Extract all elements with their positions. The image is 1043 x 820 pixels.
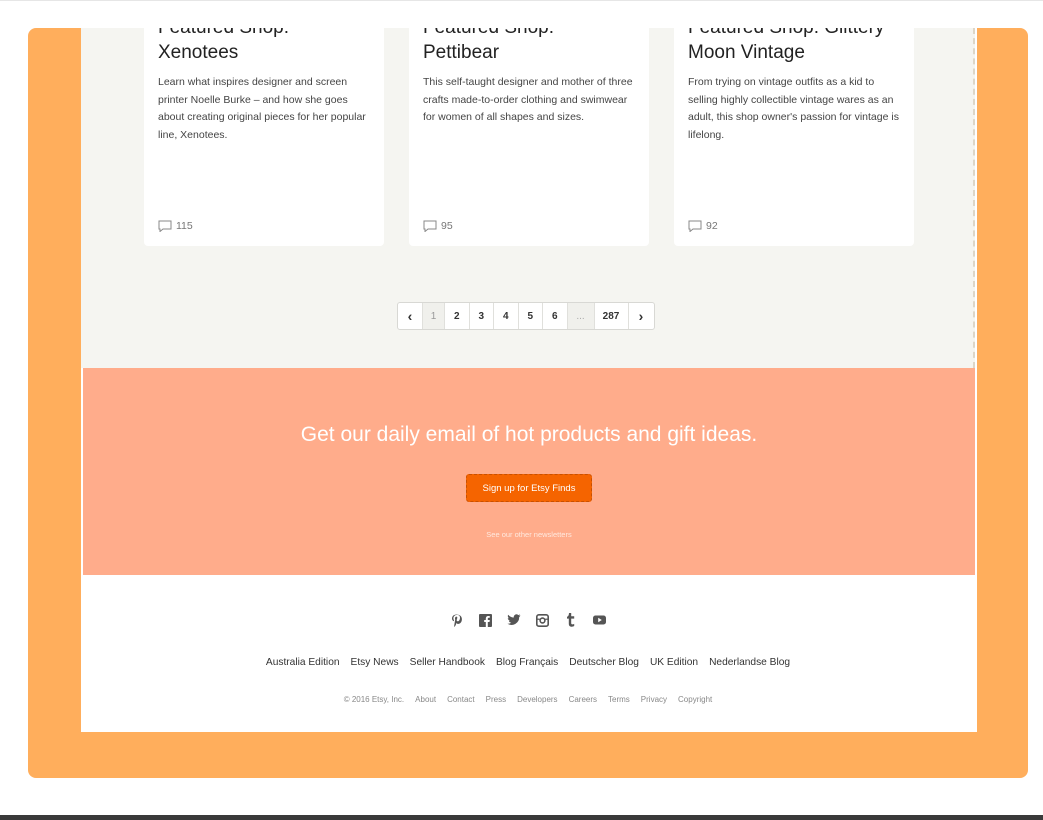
legal-link[interactable]: Developers — [517, 695, 557, 704]
legal-link[interactable]: Press — [486, 695, 506, 704]
card-title-line: Xenotees — [158, 42, 239, 63]
card-title-line: Featured Shop: — [158, 28, 370, 40]
etsy-page: Featured Shop: Xenotees Learn what inspi… — [81, 28, 977, 732]
legal-link[interactable]: Privacy — [641, 695, 667, 704]
page-button[interactable]: 4 — [494, 303, 519, 329]
footer-link[interactable]: Australia Edition — [266, 657, 340, 668]
other-newsletters-link[interactable]: See our other newsletters — [83, 530, 975, 539]
footer-link[interactable]: Nederlandse Blog — [709, 657, 790, 668]
footer-link[interactable]: Blog Français — [496, 657, 558, 668]
page-ellipsis: ... — [567, 303, 595, 329]
comment-icon — [423, 220, 437, 232]
comment-count-value: 115 — [176, 220, 193, 232]
facebook-icon[interactable] — [478, 613, 492, 627]
article-card[interactable]: Featured Shop: Pettibear This self-taugh… — [409, 28, 649, 246]
comment-count[interactable]: 92 — [688, 220, 718, 232]
card-description: This self-taught designer and mother of … — [423, 76, 633, 123]
comment-icon — [158, 220, 172, 232]
twitter-icon[interactable] — [507, 613, 521, 627]
legal-link[interactable]: Contact — [447, 695, 475, 704]
page-button[interactable]: 6 — [543, 303, 568, 329]
footer-link[interactable]: Etsy News — [351, 657, 399, 668]
card-title[interactable]: Featured Shop: Glittery Moon Vintage — [688, 28, 900, 65]
card-description: From trying on vintage outfits as a kid … — [688, 76, 899, 141]
article-card[interactable]: Featured Shop: Glittery Moon Vintage Fro… — [674, 28, 914, 246]
next-page-button[interactable]: › — [629, 303, 654, 329]
pagination: ‹ 1 2 3 4 5 6 ... 287 › — [397, 302, 655, 330]
card-title-line: Featured Shop: Glittery — [688, 28, 900, 40]
legal-link[interactable]: Careers — [569, 695, 597, 704]
newsletter-headline: Get our daily email of hot products and … — [300, 423, 758, 446]
comment-count[interactable]: 115 — [158, 220, 193, 232]
prev-page-button[interactable]: ‹ — [398, 303, 423, 329]
card-title[interactable]: Featured Shop: Xenotees — [158, 28, 370, 65]
comment-count-value: 95 — [441, 220, 453, 232]
window-bottom-bar — [0, 815, 1043, 820]
page-button[interactable]: 2 — [445, 303, 470, 329]
footer-link[interactable]: Seller Handbook — [410, 657, 485, 668]
newsletter-signup: Get our daily email of hot products and … — [83, 368, 975, 575]
window-top-border — [0, 0, 1043, 1]
footer: Australia Edition Etsy News Seller Handb… — [81, 575, 975, 732]
legal-link[interactable]: Copyright — [678, 695, 712, 704]
legal-links: © 2016 Etsy, Inc. About Contact Press De… — [81, 695, 975, 704]
footer-link[interactable]: UK Edition — [650, 657, 698, 668]
instagram-icon[interactable] — [535, 613, 549, 627]
card-title[interactable]: Featured Shop: Pettibear — [423, 28, 635, 65]
card-title-line: Featured Shop: — [423, 28, 635, 40]
page-button[interactable]: 3 — [470, 303, 494, 329]
regional-links: Australia Edition Etsy News Seller Handb… — [81, 657, 975, 668]
article-feed: Featured Shop: Xenotees Learn what inspi… — [81, 28, 975, 368]
card-description: Learn what inspires designer and screen … — [158, 76, 366, 141]
tumblr-icon[interactable] — [564, 613, 578, 627]
comment-count[interactable]: 95 — [423, 220, 453, 232]
card-title-line: Moon Vintage — [688, 42, 805, 63]
footer-link[interactable]: Deutscher Blog — [569, 657, 639, 668]
youtube-icon[interactable] — [592, 613, 606, 627]
article-card[interactable]: Featured Shop: Xenotees Learn what inspi… — [144, 28, 384, 246]
comment-icon — [688, 220, 702, 232]
comment-count-value: 92 — [706, 220, 718, 232]
signup-button[interactable]: Sign up for Etsy Finds — [466, 474, 592, 502]
legal-link[interactable]: About — [415, 695, 436, 704]
page-button[interactable]: 5 — [519, 303, 543, 329]
pinterest-icon[interactable] — [450, 613, 464, 627]
page-button-current[interactable]: 1 — [423, 303, 445, 329]
copyright-notice: © 2016 Etsy, Inc. — [343, 695, 405, 704]
legal-link[interactable]: Terms — [608, 695, 630, 704]
last-page-button[interactable]: 287 — [595, 303, 629, 329]
screenshot-frame: Featured Shop: Xenotees Learn what inspi… — [28, 28, 1028, 778]
social-links — [81, 613, 975, 627]
card-title-line: Pettibear — [423, 42, 500, 63]
